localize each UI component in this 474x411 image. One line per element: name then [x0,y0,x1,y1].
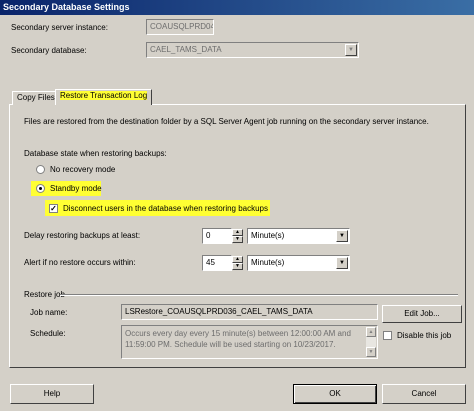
schedule-label: Schedule: [30,329,66,338]
spin-up-icon[interactable]: ▲ [232,256,243,263]
server-field[interactable]: COAUSQLPRD040 [146,19,214,35]
server-label: Secondary server instance: [11,23,108,32]
spin-down-icon[interactable]: ▼ [232,263,243,270]
disconnect-checkbox[interactable]: ✓ [49,204,58,213]
scroll-up-icon[interactable]: ▲ [366,327,376,337]
spin-down-icon[interactable]: ▼ [232,236,243,243]
tab-restore-transaction-log[interactable]: Restore Transaction Log [55,89,153,105]
standby-label: Standby mode [50,184,102,193]
chevron-down-icon[interactable]: ▼ [336,257,348,269]
schedule-text: Occurs every day every 15 minute(s) betw… [125,329,351,349]
delay-input[interactable]: 0 [202,228,232,244]
restore-job-heading: Restore job [24,290,65,299]
schedule-textarea[interactable]: Occurs every day every 15 minute(s) betw… [121,325,378,359]
window-title: Secondary Database Settings [0,0,474,15]
ok-button[interactable]: OK [293,384,377,404]
disable-job-label: Disable this job [397,331,452,340]
disconnect-label: Disconnect users in the database when re… [63,204,269,213]
group-divider [60,294,458,296]
no-recovery-radio[interactable] [36,165,45,174]
database-label: Secondary database: [11,46,87,55]
scroll-down-icon[interactable]: ▼ [366,347,376,357]
restore-description: Files are restored from the destination … [24,117,429,126]
delay-label: Delay restoring backups at least: [24,231,141,240]
job-name-label: Job name: [30,308,68,317]
tab-copy-files[interactable]: Copy Files [12,91,60,105]
alert-input[interactable]: 45 [202,255,232,271]
state-heading: Database state when restoring backups: [24,149,167,158]
chevron-down-icon[interactable]: ▼ [336,230,348,242]
standby-radio[interactable] [36,184,45,193]
chevron-down-icon[interactable]: ▼ [345,44,357,56]
database-select[interactable]: CAEL_TAMS_DATA ▼ [146,42,359,58]
disable-job-checkbox[interactable] [383,331,392,340]
database-value: CAEL_TAMS_DATA [150,45,222,54]
alert-unit-select[interactable]: Minute(s) ▼ [247,255,350,271]
spin-up-icon[interactable]: ▲ [232,229,243,236]
delay-unit-value: Minute(s) [251,231,285,240]
help-button[interactable]: Help [10,384,94,404]
delay-spinner[interactable]: ▲ ▼ [232,229,243,243]
delay-unit-select[interactable]: Minute(s) ▼ [247,228,350,244]
alert-spinner[interactable]: ▲ ▼ [232,256,243,270]
alert-label: Alert if no restore occurs within: [24,258,136,267]
job-name-field[interactable]: LSRestore_COAUSQLPRD036_CAEL_TAMS_DATA [121,304,378,320]
no-recovery-label: No recovery mode [50,165,116,174]
schedule-scrollbar[interactable]: ▲ ▼ [366,327,376,357]
tab-restore-label: Restore Transaction Log [60,91,148,100]
edit-job-button[interactable]: Edit Job... [382,305,462,323]
cancel-button[interactable]: Cancel [382,384,466,404]
alert-unit-value: Minute(s) [251,258,285,267]
